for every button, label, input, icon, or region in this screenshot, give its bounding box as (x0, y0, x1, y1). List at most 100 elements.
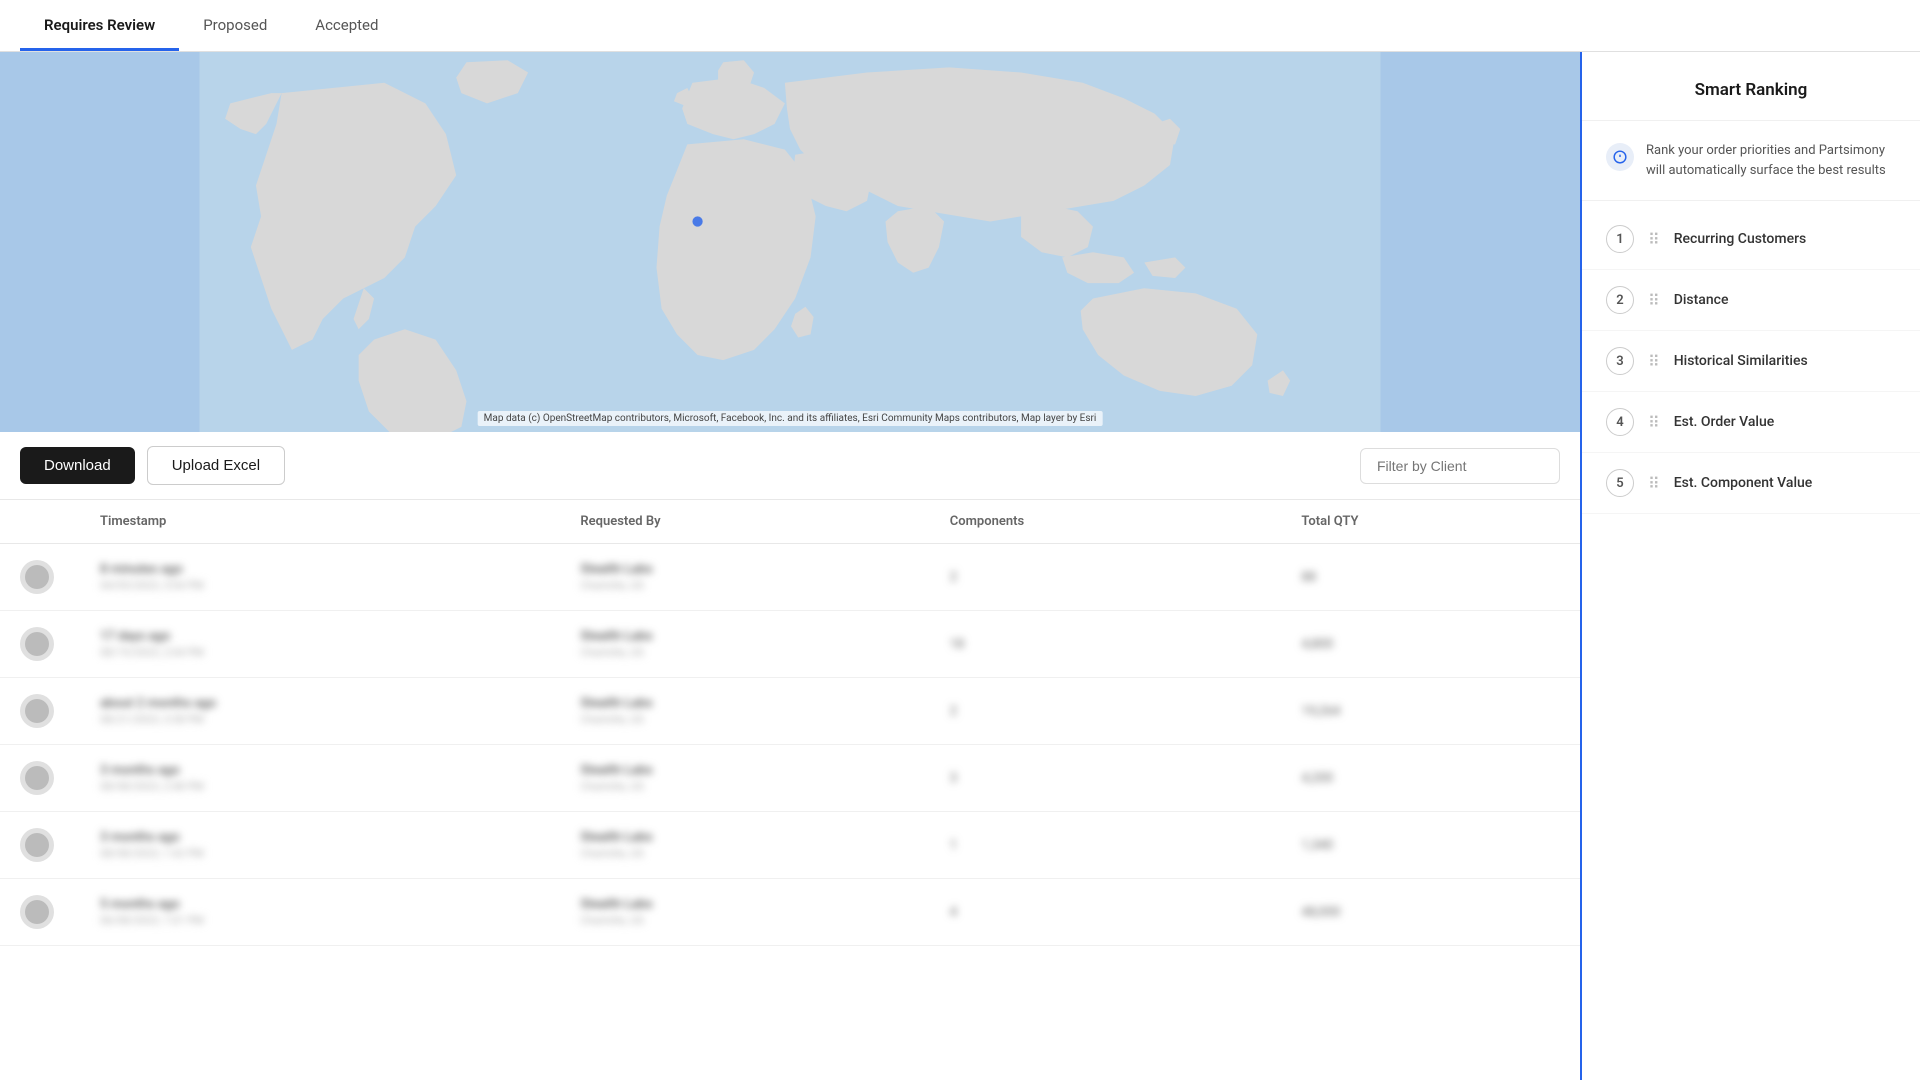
components-value: 2 (950, 570, 957, 585)
components-value: 2 (950, 704, 957, 719)
download-button[interactable]: Download (20, 447, 135, 484)
total-qty-value: 1,340 (1301, 838, 1333, 853)
drag-icon[interactable]: ⠿ (1648, 474, 1660, 493)
rank-label: Recurring Customers (1674, 231, 1807, 247)
col-timestamp: Timestamp (80, 500, 560, 544)
left-content: Map data (c) OpenStreetMap contributors,… (0, 52, 1580, 1080)
requested-main: Stealth Labs (580, 830, 909, 845)
right-panel: Smart Ranking Rank your order priorities… (1580, 52, 1920, 1080)
rank-number: 5 (1606, 469, 1634, 497)
avatar (20, 761, 54, 795)
avatar (20, 895, 54, 929)
drag-icon[interactable]: ⠿ (1648, 291, 1660, 310)
toolbar: Download Upload Excel (0, 432, 1580, 500)
filter-client-input[interactable] (1360, 448, 1560, 484)
rank-label: Est. Component Value (1674, 475, 1813, 491)
rank-label: Historical Similarities (1674, 353, 1808, 369)
row-components: 4 (930, 879, 1282, 946)
row-requested-by: Stealth Labs Charlotte, US (560, 879, 929, 946)
table-row[interactable]: 8 minutes ago 04/05/2023, 3:04 PM Stealt… (0, 544, 1580, 611)
row-timestamp: 8 minutes ago 04/05/2023, 3:04 PM (80, 544, 560, 611)
info-icon (1606, 143, 1634, 171)
total-qty-value: 88 (1301, 570, 1316, 585)
table-container: Timestamp Requested By Components Total … (0, 500, 1580, 1080)
row-requested-by: Stealth Labs Charlotte, US (560, 812, 929, 879)
avatar (20, 560, 54, 594)
drag-icon[interactable]: ⠿ (1648, 413, 1660, 432)
col-avatar (0, 500, 80, 544)
avatar-inner (25, 900, 49, 924)
requested-main: Stealth Labs (580, 629, 909, 644)
avatar-inner (25, 699, 49, 723)
tab-requires-review[interactable]: Requires Review (20, 2, 179, 51)
timestamp-main: 3 months ago (100, 763, 540, 778)
row-total-qty: 4,200 (1281, 745, 1580, 812)
total-qty-value: 4,800 (1301, 637, 1333, 652)
timestamp-main: 17 days ago (100, 629, 540, 644)
table-header-row: Timestamp Requested By Components Total … (0, 500, 1580, 544)
row-components: 1 (930, 812, 1282, 879)
timestamp-sub: 08/08/2023, 1:42 PM (100, 847, 540, 860)
requested-sub: Charlotte, US (580, 780, 909, 793)
avatar (20, 694, 54, 728)
table-row[interactable]: 3 months ago 08/08/2023, 1:42 PM Stealth… (0, 812, 1580, 879)
timestamp-main: 5 months ago (100, 897, 540, 912)
table-row[interactable]: about 2 months ago 08/21/2023, 3:38 PM S… (0, 678, 1580, 745)
avatar-inner (25, 766, 49, 790)
total-qty-value: 48,000 (1301, 905, 1340, 920)
components-value: 1 (950, 838, 957, 853)
drag-icon[interactable]: ⠿ (1648, 230, 1660, 249)
tab-accepted[interactable]: Accepted (291, 2, 402, 51)
avatar-inner (25, 565, 49, 589)
ranking-item[interactable]: 5 ⠿ Est. Component Value (1582, 453, 1920, 514)
avatar (20, 828, 54, 862)
rank-number: 2 (1606, 286, 1634, 314)
row-components: 2 (930, 678, 1282, 745)
requested-main: Stealth Labs (580, 696, 909, 711)
components-value: 3 (950, 771, 957, 786)
row-requested-by: Stealth Labs Charlotte, US (560, 611, 929, 678)
ranking-list: 1 ⠿ Recurring Customers 2 ⠿ Distance 3 ⠿… (1582, 201, 1920, 522)
row-requested-by: Stealth Labs Charlotte, US (560, 678, 929, 745)
upload-excel-button[interactable]: Upload Excel (147, 446, 285, 485)
ranking-item[interactable]: 2 ⠿ Distance (1582, 270, 1920, 331)
timestamp-main: 3 months ago (100, 830, 540, 845)
ranking-item[interactable]: 1 ⠿ Recurring Customers (1582, 209, 1920, 270)
table-row[interactable]: 17 days ago 08/19/2023, 2:04 PM Stealth … (0, 611, 1580, 678)
world-map (0, 52, 1580, 432)
requested-sub: Charlotte, US (580, 646, 909, 659)
requested-main: Stealth Labs (580, 897, 909, 912)
avatar-inner (25, 833, 49, 857)
row-avatar-cell (0, 544, 80, 611)
table-row[interactable]: 3 months ago 08/08/2023, 2:48 PM Stealth… (0, 745, 1580, 812)
requested-main: Stealth Labs (580, 763, 909, 778)
components-value: 18 (950, 637, 965, 652)
row-avatar-cell (0, 611, 80, 678)
timestamp-sub: 08/19/2023, 2:04 PM (100, 646, 540, 659)
col-requested-by: Requested By (560, 500, 929, 544)
row-timestamp: about 2 months ago 08/21/2023, 3:38 PM (80, 678, 560, 745)
row-total-qty: 48,000 (1281, 879, 1580, 946)
rank-number: 1 (1606, 225, 1634, 253)
timestamp-main: 8 minutes ago (100, 562, 540, 577)
ranking-item[interactable]: 3 ⠿ Historical Similarities (1582, 331, 1920, 392)
map-attribution: Map data (c) OpenStreetMap contributors,… (478, 411, 1103, 426)
row-timestamp: 5 months ago 06/08/2023, 1:01 PM (80, 879, 560, 946)
drag-icon[interactable]: ⠿ (1648, 352, 1660, 371)
ranking-item[interactable]: 4 ⠿ Est. Order Value (1582, 392, 1920, 453)
row-timestamp: 17 days ago 08/19/2023, 2:04 PM (80, 611, 560, 678)
requested-main: Stealth Labs (580, 562, 909, 577)
row-components: 3 (930, 745, 1282, 812)
row-requested-by: Stealth Labs Charlotte, US (560, 544, 929, 611)
row-avatar-cell (0, 678, 80, 745)
tab-proposed[interactable]: Proposed (179, 2, 291, 51)
avatar (20, 627, 54, 661)
row-avatar-cell (0, 879, 80, 946)
row-avatar-cell (0, 745, 80, 812)
table-row[interactable]: 5 months ago 06/08/2023, 1:01 PM Stealth… (0, 879, 1580, 946)
map-container: Map data (c) OpenStreetMap contributors,… (0, 52, 1580, 432)
col-components: Components (930, 500, 1282, 544)
row-total-qty: 1,340 (1281, 812, 1580, 879)
total-qty-value: 4,200 (1301, 771, 1333, 786)
requested-sub: Charlotte, US (580, 847, 909, 860)
